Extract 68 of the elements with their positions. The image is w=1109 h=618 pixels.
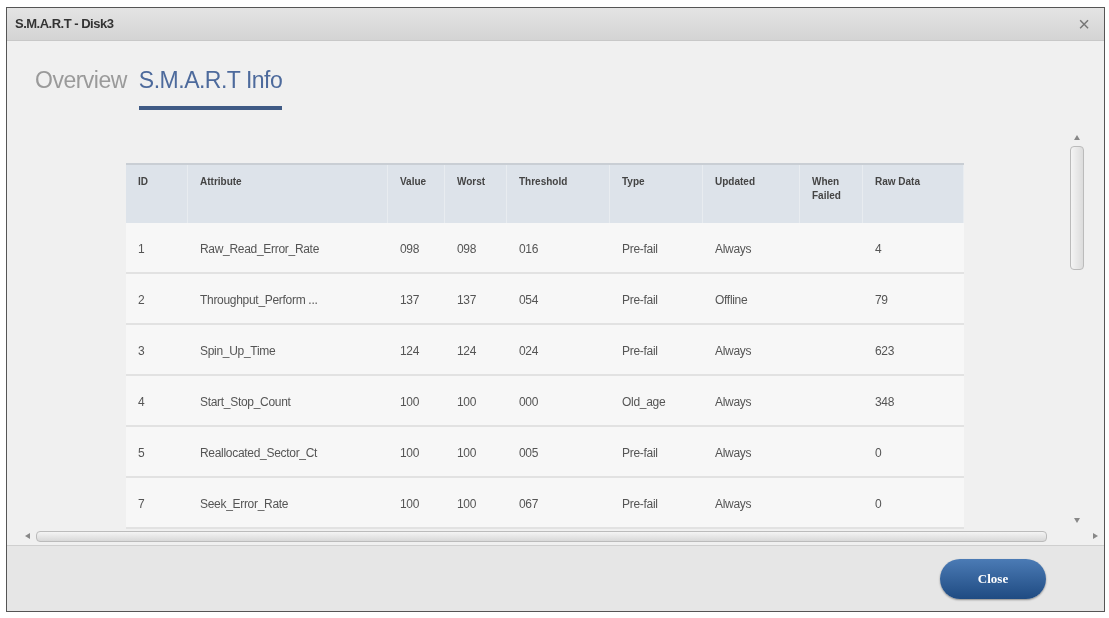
- table-cell: Old_age: [622, 394, 666, 409]
- tab[interactable]: Overview: [35, 63, 127, 110]
- close-button[interactable]: Close: [940, 558, 1046, 599]
- table-cell: 137: [400, 292, 420, 307]
- table-cell: 054: [519, 292, 539, 307]
- table-cell: 098: [400, 241, 420, 256]
- table-cell: Pre-fail: [622, 241, 658, 256]
- column-header: Worst: [457, 175, 487, 189]
- column-header: ID: [138, 175, 149, 189]
- table-cell: 2: [138, 292, 145, 307]
- table-cell: 623: [875, 343, 895, 358]
- table-cell: 1: [138, 241, 145, 256]
- scrollbar-thumb[interactable]: [1070, 146, 1084, 270]
- table-cell: 137: [457, 292, 477, 307]
- table-cell: 100: [400, 496, 420, 511]
- table-cell: Always: [715, 343, 752, 358]
- table-cell: Pre-fail: [622, 343, 658, 358]
- table-cell: 100: [457, 394, 477, 409]
- window-title: S.M.A.R.T - Disk3: [15, 15, 114, 34]
- table-cell: 024: [519, 343, 539, 358]
- scroll-left-icon[interactable]: [25, 533, 30, 539]
- table-cell: 067: [519, 496, 539, 511]
- scroll-down-icon[interactable]: [1074, 518, 1080, 523]
- table-cell: Pre-fail: [622, 445, 658, 460]
- table-cell: Reallocated_Sector_Ct: [200, 445, 318, 460]
- table-cell: Start_Stop_Count: [200, 394, 291, 409]
- table-cell: 005: [519, 445, 539, 460]
- table-cell: 0: [875, 496, 882, 511]
- table-cell: 100: [457, 496, 477, 511]
- table-cell: 0: [875, 445, 882, 460]
- table-cell: 100: [400, 445, 420, 460]
- table-cell: Always: [715, 241, 752, 256]
- table-cell: Raw_Read_Error_Rate: [200, 241, 320, 256]
- table-cell: 124: [457, 343, 477, 358]
- table-cell: 100: [457, 445, 477, 460]
- table-cell: 79: [875, 292, 888, 307]
- table-cell: Throughput_Perform ...: [200, 292, 318, 307]
- scroll-up-icon[interactable]: [1074, 135, 1080, 140]
- column-header: Type: [622, 175, 646, 189]
- scrollbar-thumb[interactable]: [36, 530, 1047, 542]
- table-cell: Seek_Error_Rate: [200, 496, 289, 511]
- table-cell: 000: [519, 394, 539, 409]
- scroll-right-icon[interactable]: [1093, 533, 1098, 539]
- table-cell: 098: [457, 241, 477, 256]
- column-header: Attribute: [200, 175, 243, 189]
- table-cell: Always: [715, 394, 752, 409]
- table-cell: 124: [400, 343, 420, 358]
- table-cell: 5: [138, 445, 145, 460]
- table-cell: Offline: [715, 292, 748, 307]
- column-header: Threshold: [519, 175, 569, 189]
- table-cell: 4: [138, 394, 145, 409]
- column-header: When Failed: [812, 175, 842, 203]
- close-icon[interactable]: ×: [1078, 14, 1090, 34]
- table-cell: 348: [875, 394, 895, 409]
- table-cell: 100: [400, 394, 420, 409]
- table-cell: Pre-fail: [622, 496, 658, 511]
- table-cell: Always: [715, 445, 752, 460]
- column-header: Updated: [715, 175, 756, 189]
- tab[interactable]: S.M.A.R.T Info: [138, 63, 283, 110]
- table-cell: 016: [519, 241, 539, 256]
- column-header: Raw Data: [875, 175, 921, 189]
- table-cell: Pre-fail: [622, 292, 658, 307]
- column-header: Value: [400, 175, 428, 189]
- table-cell: 7: [138, 496, 145, 511]
- table-cell: 4: [875, 241, 882, 256]
- table-cell: Always: [715, 496, 752, 511]
- table-cell: Spin_Up_Time: [200, 343, 276, 358]
- table-cell: 3: [138, 343, 145, 358]
